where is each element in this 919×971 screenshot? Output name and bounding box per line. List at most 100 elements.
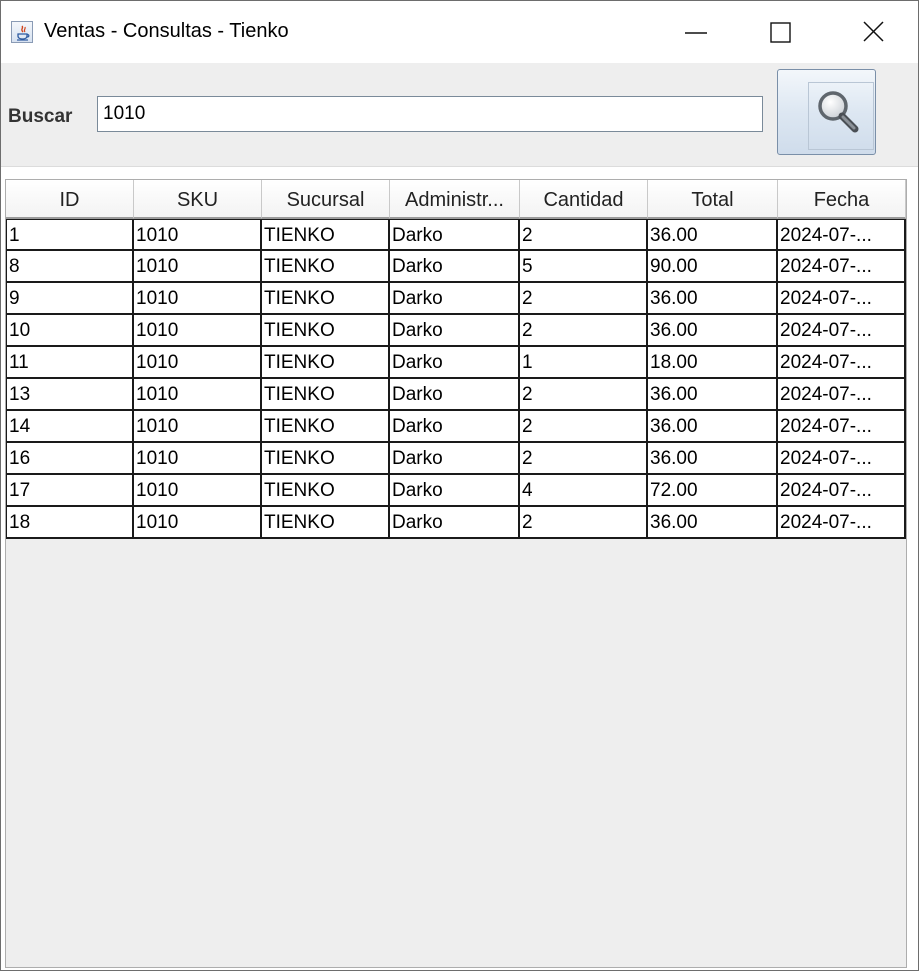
cell-id[interactable]: 9 [6,283,134,315]
cell-administrador[interactable]: Darko [390,379,520,411]
cell-total[interactable]: 36.00 [648,315,778,347]
column-header-sku[interactable]: SKU [134,180,262,219]
maximize-icon [770,22,791,43]
table-row[interactable]: 17 1010 TIENKO Darko 4 72.00 2024-07-... [6,475,906,507]
cell-id[interactable]: 11 [6,347,134,379]
cell-fecha[interactable]: 2024-07-... [778,411,906,443]
table-header: ID SKU Sucursal Administr... Cantidad To… [6,180,906,219]
table-row[interactable]: 10 1010 TIENKO Darko 2 36.00 2024-07-... [6,315,906,347]
cell-cantidad[interactable]: 4 [520,475,648,507]
cell-fecha[interactable]: 2024-07-... [778,443,906,475]
cell-id[interactable]: 18 [6,507,134,539]
column-header-id[interactable]: ID [6,180,134,219]
column-header-cantidad[interactable]: Cantidad [520,180,648,219]
cell-sucursal[interactable]: TIENKO [262,475,390,507]
cell-sku[interactable]: 1010 [134,315,262,347]
table-row[interactable]: 9 1010 TIENKO Darko 2 36.00 2024-07-... [6,283,906,315]
results-table-scrollpane[interactable]: ID SKU Sucursal Administr... Cantidad To… [5,179,907,968]
cell-sucursal[interactable]: TIENKO [262,507,390,539]
cell-administrador[interactable]: Darko [390,507,520,539]
cell-sku[interactable]: 1010 [134,219,262,251]
cell-administrador[interactable]: Darko [390,411,520,443]
cell-cantidad[interactable]: 2 [520,219,648,251]
column-header-administrador[interactable]: Administr... [390,180,520,219]
title-bar[interactable]: Ventas - Consultas - Tienko [1,1,918,63]
cell-cantidad[interactable]: 2 [520,283,648,315]
cell-sku[interactable]: 1010 [134,347,262,379]
table-body: 1 1010 TIENKO Darko 2 36.00 2024-07-... … [6,219,906,539]
cell-sucursal[interactable]: TIENKO [262,347,390,379]
cell-total[interactable]: 36.00 [648,507,778,539]
cell-id[interactable]: 13 [6,379,134,411]
search-panel: Buscar [1,63,918,166]
table-row[interactable]: 11 1010 TIENKO Darko 1 18.00 2024-07-... [6,347,906,379]
cell-sku[interactable]: 1010 [134,475,262,507]
cell-cantidad[interactable]: 1 [520,347,648,379]
cell-total[interactable]: 72.00 [648,475,778,507]
cell-id[interactable]: 1 [6,219,134,251]
table-row[interactable]: 1 1010 TIENKO Darko 2 36.00 2024-07-... [6,219,906,251]
cell-id[interactable]: 8 [6,251,134,283]
cell-total[interactable]: 36.00 [648,411,778,443]
cell-cantidad[interactable]: 2 [520,411,648,443]
cell-fecha[interactable]: 2024-07-... [778,219,906,251]
cell-total[interactable]: 36.00 [648,443,778,475]
cell-sku[interactable]: 1010 [134,411,262,443]
cell-sucursal[interactable]: TIENKO [262,219,390,251]
cell-total[interactable]: 18.00 [648,347,778,379]
cell-fecha[interactable]: 2024-07-... [778,283,906,315]
java-app-icon[interactable] [11,21,33,43]
cell-id[interactable]: 14 [6,411,134,443]
maximize-button[interactable] [760,9,816,55]
cell-sku[interactable]: 1010 [134,379,262,411]
cell-sku[interactable]: 1010 [134,283,262,315]
cell-sucursal[interactable]: TIENKO [262,283,390,315]
cell-sku[interactable]: 1010 [134,443,262,475]
minimize-button[interactable] [670,9,726,55]
column-header-fecha[interactable]: Fecha [778,180,906,219]
cell-fecha[interactable]: 2024-07-... [778,475,906,507]
cell-cantidad[interactable]: 2 [520,379,648,411]
cell-id[interactable]: 16 [6,443,134,475]
column-header-sucursal[interactable]: Sucursal [262,180,390,219]
cell-sucursal[interactable]: TIENKO [262,411,390,443]
cell-id[interactable]: 17 [6,475,134,507]
cell-fecha[interactable]: 2024-07-... [778,251,906,283]
cell-sucursal[interactable]: TIENKO [262,443,390,475]
column-header-total[interactable]: Total [648,180,778,219]
cell-cantidad[interactable]: 2 [520,315,648,347]
panel-divider [1,166,918,167]
cell-fecha[interactable]: 2024-07-... [778,379,906,411]
cell-cantidad[interactable]: 5 [520,251,648,283]
cell-fecha[interactable]: 2024-07-... [778,347,906,379]
cell-administrador[interactable]: Darko [390,251,520,283]
cell-sku[interactable]: 1010 [134,251,262,283]
search-button[interactable] [777,69,876,155]
cell-total[interactable]: 90.00 [648,251,778,283]
cell-sucursal[interactable]: TIENKO [262,379,390,411]
cell-fecha[interactable]: 2024-07-... [778,507,906,539]
cell-administrador[interactable]: Darko [390,475,520,507]
cell-administrador[interactable]: Darko [390,283,520,315]
cell-fecha[interactable]: 2024-07-... [778,315,906,347]
table-row[interactable]: 8 1010 TIENKO Darko 5 90.00 2024-07-... [6,251,906,283]
table-row[interactable]: 18 1010 TIENKO Darko 2 36.00 2024-07-... [6,507,906,539]
cell-total[interactable]: 36.00 [648,283,778,315]
close-button[interactable] [847,9,903,55]
cell-administrador[interactable]: Darko [390,315,520,347]
cell-sucursal[interactable]: TIENKO [262,315,390,347]
cell-administrador[interactable]: Darko [390,219,520,251]
table-row[interactable]: 16 1010 TIENKO Darko 2 36.00 2024-07-... [6,443,906,475]
cell-id[interactable]: 10 [6,315,134,347]
cell-sku[interactable]: 1010 [134,507,262,539]
cell-cantidad[interactable]: 2 [520,443,648,475]
cell-total[interactable]: 36.00 [648,219,778,251]
search-input[interactable] [97,96,763,132]
cell-administrador[interactable]: Darko [390,347,520,379]
cell-total[interactable]: 36.00 [648,379,778,411]
cell-administrador[interactable]: Darko [390,443,520,475]
cell-sucursal[interactable]: TIENKO [262,251,390,283]
table-row[interactable]: 14 1010 TIENKO Darko 2 36.00 2024-07-... [6,411,906,443]
table-row[interactable]: 13 1010 TIENKO Darko 2 36.00 2024-07-... [6,379,906,411]
cell-cantidad[interactable]: 2 [520,507,648,539]
